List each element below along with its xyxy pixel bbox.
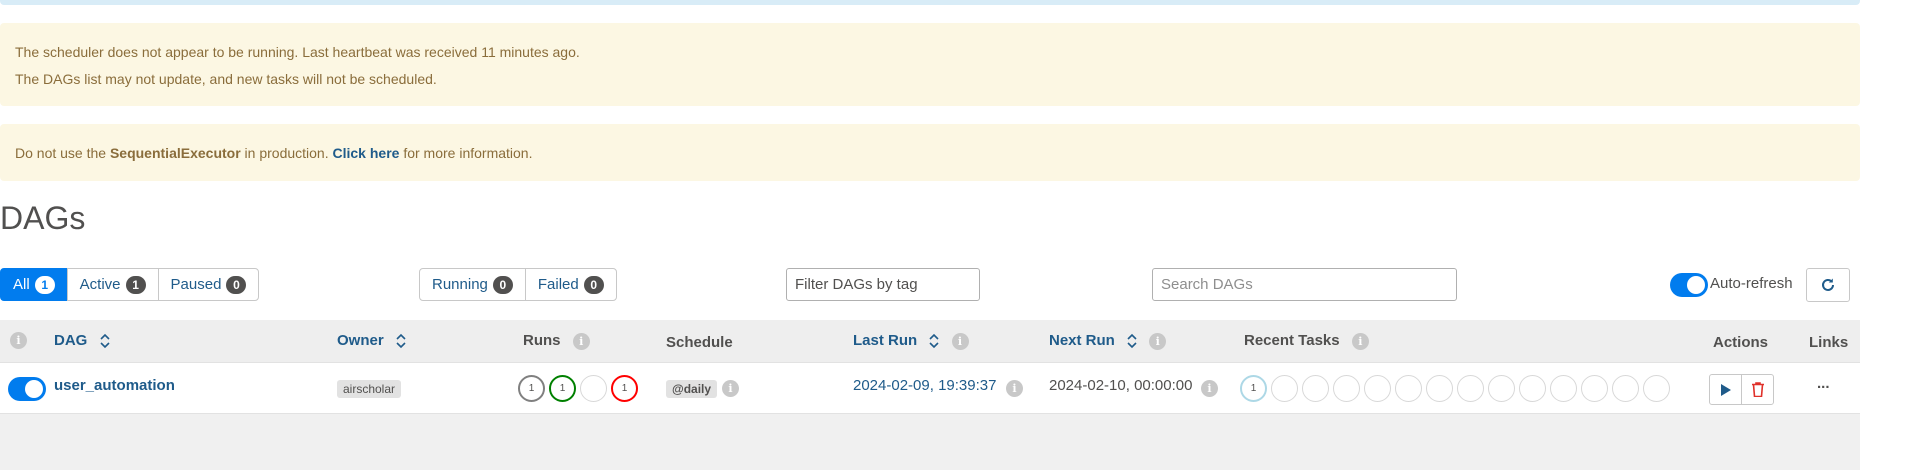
filter-failed-count: 0 [583,275,604,294]
info-icon[interactable]: i [1006,380,1023,397]
executor-name: SequentialExecutor [109,145,241,161]
col-owner-header[interactable]: Owner [337,332,406,349]
col-next-run-header[interactable]: Next Run i [1049,332,1167,350]
task-state-circle[interactable] [1364,375,1391,402]
run-state-queued[interactable]: 1 [518,375,545,402]
filter-all-label: All [13,276,30,293]
search-dags-input[interactable]: Search DAGs [1152,268,1457,301]
scheduler-warning-line2: The DAGs list may not update, and new ta… [15,71,437,87]
ellipsis-icon[interactable]: ... [1817,375,1830,392]
col-schedule-header: Schedule [666,334,733,351]
executor-warning-alert: Do not use the SequentialExecutor in pro… [0,124,1860,181]
col-next-run-label: Next Run [1049,332,1115,349]
info-icon[interactable]: i [1201,380,1218,397]
auto-refresh-toggle[interactable] [1670,273,1708,297]
run-state-failed[interactable]: 1 [611,375,638,402]
col-actions-header: Actions [1713,334,1769,351]
filter-all-count: 1 [34,275,55,294]
filter-active-label: Active [79,276,121,293]
filter-running-count: 0 [492,275,513,294]
delete-dag-button[interactable] [1741,374,1774,405]
task-state-circle[interactable] [1550,375,1577,402]
dag-id-link[interactable]: user_automation [54,377,175,394]
dag-pause-toggle[interactable] [8,377,46,401]
sort-arrows-icon [1127,333,1137,349]
col-dag-label: DAG [54,332,88,349]
col-recent-tasks-header: Recent Tasks i [1244,332,1369,350]
status-filter-group: All 1 Active 1 Paused 0 [0,268,260,301]
info-icon[interactable]: i [951,332,969,350]
table-header: i DAG Owner Runs i Schedule Last Run i N… [0,320,1860,362]
filter-running-label: Running [432,276,488,293]
col-recent-tasks-label: Recent Tasks [1244,332,1340,349]
page-title: DAGs [0,200,86,236]
schedule-tag[interactable]: @daily [666,380,718,398]
refresh-button[interactable] [1806,268,1850,302]
filter-active-button[interactable]: Active 1 [66,268,159,301]
run-state-success[interactable]: 1 [549,375,576,402]
play-icon [1720,383,1731,396]
filter-all-button[interactable]: All 1 [0,268,68,301]
task-state-circle[interactable] [1457,375,1484,402]
next-run-value: 2024-02-10, 00:00:00 [1049,377,1193,394]
dags-table: i DAG Owner Runs i Schedule Last Run i N… [0,320,1860,470]
task-state-circle[interactable] [1271,375,1298,402]
task-state-circle[interactable] [1395,375,1422,402]
task-state-circle[interactable] [1519,375,1546,402]
scheduler-warning-alert: The scheduler does not appear to be runn… [0,23,1860,106]
table-row: user_automation airscholar 1 1 1 @daily … [0,362,1860,414]
col-runs-label: Runs [523,332,561,349]
filter-failed-label: Failed [537,276,579,293]
filter-paused-button[interactable]: Paused 0 [157,268,260,301]
auto-refresh-label: Auto-refresh [1710,275,1793,292]
info-icon[interactable]: i [1149,332,1167,350]
info-icon[interactable]: i [1351,332,1369,350]
executor-info-link[interactable]: Click here [333,145,400,161]
task-state-circle[interactable] [1426,375,1453,402]
col-runs-header: Runs i [523,332,590,350]
task-state-circle[interactable] [1643,375,1670,402]
filter-paused-count: 0 [226,275,247,294]
refresh-icon [1822,278,1834,291]
state-filter-group: Running 0 Failed 0 [419,268,617,301]
trash-icon [1751,382,1764,397]
filter-active-count: 1 [125,275,146,294]
col-last-run-header[interactable]: Last Run i [853,332,969,350]
info-icon: i [10,332,27,349]
info-icon[interactable]: i [722,380,739,397]
sort-arrows-icon [396,333,406,349]
trigger-dag-button[interactable] [1709,374,1742,405]
info-bar [0,0,1860,5]
filter-failed-button[interactable]: Failed 0 [524,268,617,301]
last-run-link[interactable]: 2024-02-09, 19:39:37 [853,377,996,394]
task-state-queued[interactable]: 1 [1240,375,1267,402]
task-state-circle[interactable] [1302,375,1329,402]
task-state-circle[interactable] [1488,375,1515,402]
filter-running-button[interactable]: Running 0 [419,268,526,301]
filter-paused-label: Paused [170,276,222,293]
task-state-circle[interactable] [1333,375,1360,402]
executor-warning-prefix: Do not use the [15,145,110,161]
task-state-circle[interactable] [1581,375,1608,402]
executor-warning-suffix: for more information. [399,145,533,161]
col-links-header: Links [1809,334,1849,351]
executor-warning-text: Do not use the SequentialExecutor in pro… [15,145,533,161]
tag-filter-input[interactable]: Filter DAGs by tag [786,268,980,301]
task-state-circle[interactable] [1612,375,1639,402]
col-dag-header[interactable]: DAG [54,332,110,349]
run-state-running[interactable] [580,375,607,402]
col-owner-label: Owner [337,332,384,349]
sort-arrows-icon [99,333,110,349]
scheduler-warning-line1: The scheduler does not appear to be runn… [15,44,580,60]
sort-arrows-icon [929,333,939,349]
executor-warning-middle: in production. [240,145,333,161]
owner-tag[interactable]: airscholar [337,380,402,398]
col-last-run-label: Last Run [853,332,918,349]
info-icon[interactable]: i [572,332,590,350]
